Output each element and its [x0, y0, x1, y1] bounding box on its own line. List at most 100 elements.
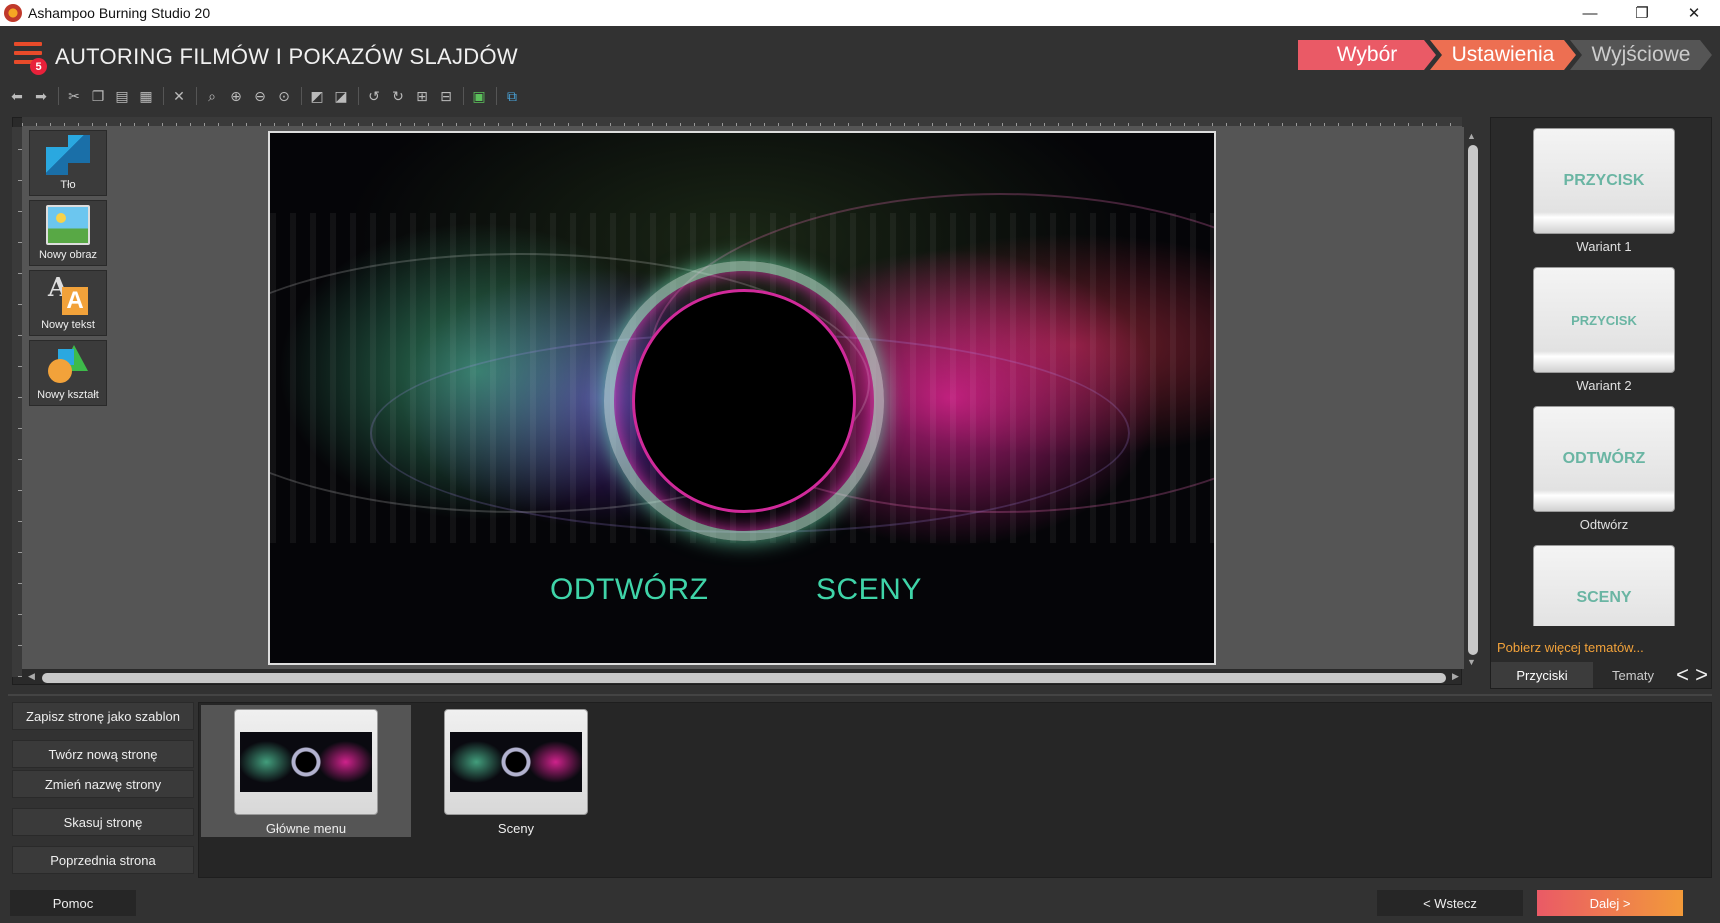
shape-icon [46, 345, 90, 385]
send-back-icon[interactable]: ◪ [330, 86, 352, 106]
section-divider [8, 694, 1712, 696]
image-icon[interactable]: ▣ [468, 86, 490, 106]
horizontal-ruler [22, 117, 1462, 127]
button-variant-preview[interactable]: SCENY [1533, 545, 1675, 626]
toolbar-divider [163, 87, 164, 105]
scroll-up-icon[interactable]: ▲ [1467, 131, 1476, 141]
scroll-thumb[interactable] [1468, 145, 1478, 655]
page-label: Główne menu [265, 821, 347, 836]
page-actions: Zapisz stronę jako szablon Twórz nową st… [12, 702, 194, 884]
zoom-in-icon[interactable]: ⊕ [225, 86, 247, 106]
tool-new-shape[interactable]: Nowy kształt [29, 340, 107, 406]
step-settings[interactable]: Ustawienia [1430, 40, 1576, 70]
button-variant-preview[interactable]: PRZYCISK [1533, 128, 1675, 234]
zoom-fit-icon[interactable]: ⌕ [201, 86, 223, 106]
window-controls: — ❐ ✕ [1564, 0, 1720, 26]
tab-themes[interactable]: Tematy [1593, 662, 1673, 688]
page-thumbnail-main[interactable]: Główne menu [201, 705, 411, 837]
delete-icon[interactable]: ✕ [168, 86, 190, 106]
toolbar-divider [463, 87, 464, 105]
wizard-steps: Wybór Ustawienia Wyjściowe [1298, 40, 1712, 70]
vertical-ruler [12, 127, 22, 677]
layers-icon[interactable]: ⧉ [501, 86, 523, 106]
page-preview-image [240, 732, 372, 792]
rename-page-button[interactable]: Zmień nazwę strony [12, 770, 194, 798]
variant-label: Odtwórz [1579, 517, 1629, 532]
scroll-thumb[interactable] [42, 673, 1446, 683]
back-button[interactable]: < Wstecz [1377, 890, 1523, 916]
list-item[interactable]: PRZYCISK Wariant 1 [1503, 128, 1705, 267]
horizontal-scrollbar[interactable]: ◀ ▶ [24, 671, 1464, 685]
delete-page-button[interactable]: Skasuj stronę [12, 808, 194, 836]
rotate-right-icon[interactable]: ↻ [387, 86, 409, 106]
window-titlebar: Ashampoo Burning Studio 20 — ❐ ✕ [0, 0, 1720, 26]
list-item[interactable]: PRZYCISK Wariant 2 [1503, 267, 1705, 406]
tool-label: Nowy tekst [41, 319, 95, 331]
image-icon [46, 205, 90, 245]
variant-label: Wariant 2 [1576, 378, 1632, 393]
new-page-button[interactable]: Twórz nową stronę [12, 740, 194, 768]
toolbar-divider [496, 87, 497, 105]
step-selection[interactable]: Wybór [1298, 40, 1436, 70]
app-logo-icon [4, 4, 22, 22]
tool-label: Nowy kształt [37, 389, 99, 401]
bring-front-icon[interactable]: ◩ [306, 86, 328, 106]
zoom-out-icon[interactable]: ⊖ [249, 86, 271, 106]
tool-label: Nowy obraz [38, 249, 98, 261]
copy-icon[interactable]: ❐ [87, 86, 109, 106]
panel-nav: < > [1673, 662, 1711, 688]
help-button[interactable]: Pomoc [10, 890, 136, 916]
chevron-left-icon[interactable]: < [1676, 662, 1689, 688]
zoom-actual-icon[interactable]: ⊙ [273, 86, 295, 106]
insert-tools: Tło Nowy obraz Nowy tekst Nowy kształt [29, 130, 107, 410]
back-arrow-icon[interactable]: ⬅ [6, 86, 28, 106]
page-label: Sceny [497, 821, 535, 836]
button-styles-panel: PRZYCISK Wariant 1 PRZYCISK Wariant 2 OD… [1490, 117, 1712, 689]
scroll-right-icon[interactable]: ▶ [1452, 671, 1459, 682]
next-button[interactable]: Dalej > [1537, 890, 1683, 916]
paste-special-icon[interactable]: ▦ [135, 86, 157, 106]
pages-strip: Główne menu Sceny [198, 702, 1712, 878]
toolbar-divider [196, 87, 197, 105]
app-header: 5 AUTORING FILMÓW I POKAZÓW SLAJDÓW Wybó… [0, 26, 1720, 84]
align-icon[interactable]: ⊞ [411, 86, 433, 106]
scroll-down-icon[interactable]: ▼ [1467, 657, 1476, 667]
notification-badge: 5 [30, 58, 47, 75]
previous-page-button[interactable]: Poprzednia strona [12, 846, 194, 874]
center-ring [604, 261, 884, 541]
toolbar-divider [301, 87, 302, 105]
restore-button[interactable]: ❐ [1616, 0, 1668, 26]
button-variant-preview[interactable]: PRZYCISK [1533, 267, 1675, 373]
background-icon [46, 135, 90, 175]
cut-icon[interactable]: ✂ [63, 86, 85, 106]
step-output[interactable]: Wyjściowe [1570, 40, 1712, 70]
chevron-right-icon[interactable]: > [1695, 662, 1708, 688]
play-menu-button[interactable]: ODTWÓRZ [550, 573, 708, 607]
tab-buttons[interactable]: Przyciski [1491, 662, 1593, 688]
scroll-left-icon[interactable]: ◀ [28, 671, 35, 682]
button-variant-preview[interactable]: ODTWÓRZ [1533, 406, 1675, 512]
rotate-left-icon[interactable]: ↺ [363, 86, 385, 106]
text-icon [46, 273, 90, 315]
paste-icon[interactable]: ▤ [111, 86, 133, 106]
page-thumbnail-scenes[interactable]: Sceny [411, 705, 621, 837]
page-title: AUTORING FILMÓW I POKAZÓW SLAJDÓW [55, 44, 518, 69]
button-variant-list: PRZYCISK Wariant 1 PRZYCISK Wariant 2 OD… [1503, 128, 1705, 626]
close-button[interactable]: ✕ [1668, 0, 1720, 26]
list-item[interactable]: ODTWÓRZ Odtwórz [1503, 406, 1705, 545]
tool-background[interactable]: Tło [29, 130, 107, 196]
vertical-scrollbar[interactable]: ▲ ▼ [1466, 131, 1478, 669]
page-preview [234, 709, 378, 815]
scenes-menu-button[interactable]: SCENY [816, 573, 922, 607]
menu-preview-canvas[interactable]: ODTWÓRZ SCENY [268, 131, 1216, 665]
toolbar-divider [58, 87, 59, 105]
tool-new-text[interactable]: Nowy tekst [29, 270, 107, 336]
minimize-button[interactable]: — [1564, 0, 1616, 26]
list-item[interactable]: SCENY [1503, 545, 1705, 626]
save-template-button[interactable]: Zapisz stronę jako szablon [12, 702, 194, 730]
tool-new-image[interactable]: Nowy obraz [29, 200, 107, 266]
forward-arrow-icon[interactable]: ➡ [30, 86, 52, 106]
distribute-icon[interactable]: ⊟ [435, 86, 457, 106]
toolbar-divider [358, 87, 359, 105]
more-themes-link[interactable]: Pobierz więcej tematów... [1497, 640, 1644, 655]
